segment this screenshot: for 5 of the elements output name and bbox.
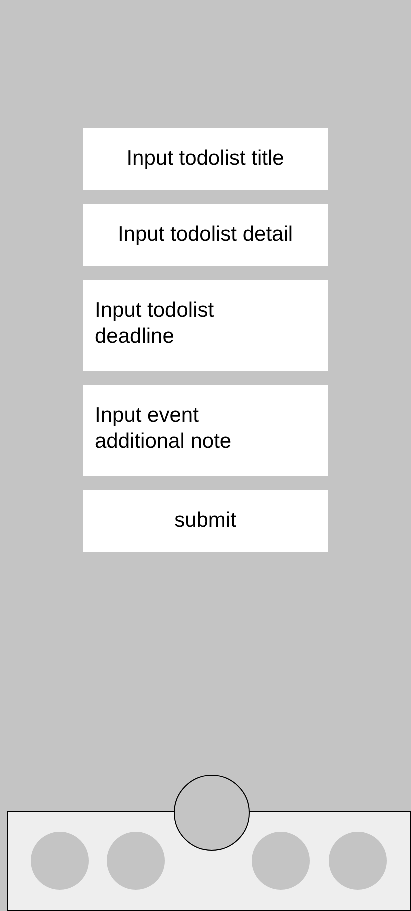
input-field[interactable]: Input event additional note <box>83 385 328 476</box>
submit-button[interactable]: submit <box>83 490 328 552</box>
input-field[interactable]: Input todolist title <box>83 128 328 190</box>
input-field[interactable]: Input todolist detail <box>83 204 328 266</box>
input-field[interactable]: Input todolist deadline <box>83 280 328 371</box>
